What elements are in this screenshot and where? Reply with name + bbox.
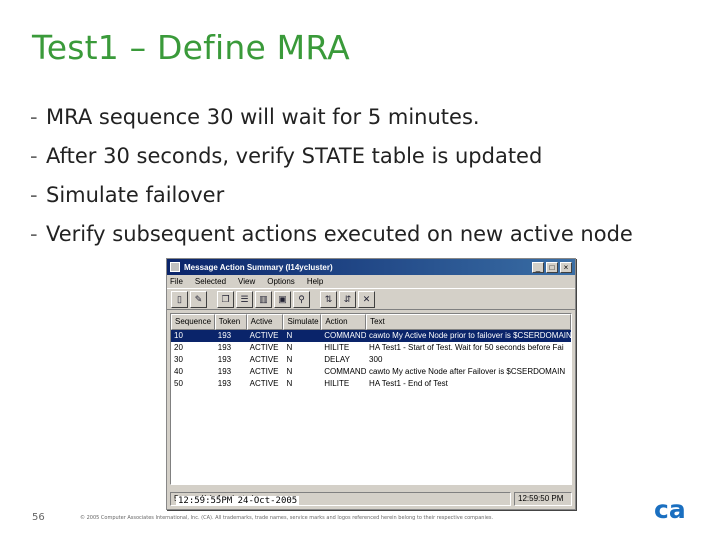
status-clock: 12:59:50 PM	[514, 492, 572, 506]
list-icon[interactable]: ☰	[236, 290, 253, 308]
toolbar: ▯ ✎ ❐ ☰ ▥ ▣ ⚲ ⇅ ⇵ ✕	[167, 288, 575, 310]
cell-simulate: N	[286, 343, 293, 352]
bullet-dash: -	[30, 183, 38, 207]
svg-text:ca: ca	[654, 496, 686, 522]
action-list[interactable]: Sequence Token Active Simulate Action Te…	[170, 313, 572, 485]
cell-text: cawto My Active Node prior to failover i…	[369, 331, 571, 340]
menu-options[interactable]: Options	[267, 277, 295, 286]
bullet-list: - MRA sequence 30 will wait for 5 minutes…	[30, 104, 690, 260]
bullet-text: Verify subsequent actions executed on ne…	[46, 222, 633, 246]
table-row[interactable]: 20 193 ACTIVE N HILITE HA Test1 - Start …	[171, 342, 571, 354]
cell-action: HILITE	[324, 343, 350, 352]
bullet-item: - After 30 seconds, verify STATE table is…	[30, 143, 690, 169]
cell-text: HA Test1 - Start of Test. Wait for 50 se…	[369, 343, 564, 352]
cell-simulate: N	[286, 355, 293, 364]
bullet-item: - MRA sequence 30 will wait for 5 minutes…	[30, 104, 690, 130]
new-icon[interactable]: ▯	[171, 290, 188, 308]
timestamp-label: 12:59:55PM 24-Oct-2005	[176, 496, 300, 506]
bullet-item: - Verify subsequent actions executed on n…	[30, 221, 655, 247]
column-header[interactable]: Token	[214, 314, 247, 330]
cell-action: HILITE	[324, 379, 350, 388]
cell-active: ACTIVE	[249, 367, 279, 376]
column-header[interactable]: Text	[366, 314, 571, 330]
copyright-text: © 2005 Computer Associates International…	[80, 515, 494, 521]
bullet-text: Simulate failover	[46, 183, 225, 207]
cell-token: 193	[217, 331, 232, 340]
delete-icon[interactable]: ▥	[255, 290, 272, 308]
column-header[interactable]: Action	[321, 314, 367, 330]
table-row[interactable]: 50 193 ACTIVE N HILITE HA Test1 - End of…	[171, 378, 571, 390]
cell-token: 193	[217, 343, 232, 352]
cell-action: DELAY	[324, 355, 350, 364]
column-header[interactable]: Simulate	[283, 314, 322, 330]
cancel-icon[interactable]: ✕	[358, 290, 375, 308]
page-number: 56	[32, 512, 45, 523]
close-icon[interactable]: ×	[560, 261, 572, 273]
cell-active: ACTIVE	[249, 355, 279, 364]
bullet-text: MRA sequence 30 will wait for 5 minutes.	[46, 105, 480, 129]
cell-active: ACTIVE	[249, 343, 279, 352]
cell-action: COMMAND	[324, 331, 367, 340]
message-action-window: Message Action Summary (I14ycluster) _ □…	[166, 258, 576, 510]
menu-selected[interactable]: Selected	[195, 277, 226, 286]
bullet-item: - Simulate failover	[30, 182, 690, 208]
window-titlebar[interactable]: Message Action Summary (I14ycluster) _ □…	[167, 259, 575, 275]
cell-text: 300	[369, 355, 383, 364]
menu-view[interactable]: View	[238, 277, 255, 286]
bullet-dash: -	[30, 222, 38, 246]
bullet-dash: -	[30, 144, 38, 168]
cell-sequence: 20	[174, 343, 183, 352]
app-icon	[170, 262, 180, 272]
table-row[interactable]: 40 193 ACTIVE N COMMAND cawto My active …	[171, 366, 571, 378]
table-row[interactable]: 30 193 ACTIVE N DELAY 300	[171, 354, 571, 366]
copy-icon[interactable]: ❐	[217, 290, 234, 308]
maximize-icon[interactable]: □	[546, 261, 558, 273]
cell-active: ACTIVE	[249, 379, 279, 388]
cell-text: cawto My active Node after Failover is $…	[369, 367, 566, 376]
bullet-dash: -	[30, 105, 38, 129]
cell-simulate: N	[286, 331, 293, 340]
menu-file[interactable]: File	[170, 277, 183, 286]
cell-sequence: 50	[174, 379, 183, 388]
bullet-text: After 30 seconds, verify STATE table is …	[46, 144, 543, 168]
sort-desc-icon[interactable]: ⇵	[339, 290, 356, 308]
cell-sequence: 40	[174, 367, 183, 376]
list-header: Sequence Token Active Simulate Action Te…	[171, 314, 571, 330]
cell-action: COMMAND	[324, 367, 367, 376]
ca-logo: ca	[654, 496, 686, 522]
edit-icon[interactable]: ✎	[190, 290, 207, 308]
cell-sequence: 30	[174, 355, 183, 364]
column-header[interactable]: Active	[246, 314, 284, 330]
cell-token: 193	[217, 355, 232, 364]
cell-sequence: 10	[174, 331, 183, 340]
search-icon[interactable]: ⚲	[293, 290, 310, 308]
cell-simulate: N	[286, 367, 293, 376]
slide-title: Test1 – Define MRA	[32, 28, 350, 67]
cell-simulate: N	[286, 379, 293, 388]
save-icon[interactable]: ▣	[274, 290, 291, 308]
cell-text: HA Test1 - End of Test	[369, 379, 448, 388]
menu-help[interactable]: Help	[307, 277, 323, 286]
table-row[interactable]: 10 193 ACTIVE N COMMAND cawto My Active …	[171, 330, 571, 342]
menu-bar: File Selected View Options Help	[167, 275, 575, 288]
cell-active: ACTIVE	[249, 331, 279, 340]
minimize-icon[interactable]: _	[532, 261, 544, 273]
cell-token: 193	[217, 379, 232, 388]
cell-token: 193	[217, 367, 232, 376]
sort-icon[interactable]: ⇅	[320, 290, 337, 308]
window-title: Message Action Summary (I14ycluster)	[184, 262, 333, 272]
column-header[interactable]: Sequence	[171, 314, 215, 330]
